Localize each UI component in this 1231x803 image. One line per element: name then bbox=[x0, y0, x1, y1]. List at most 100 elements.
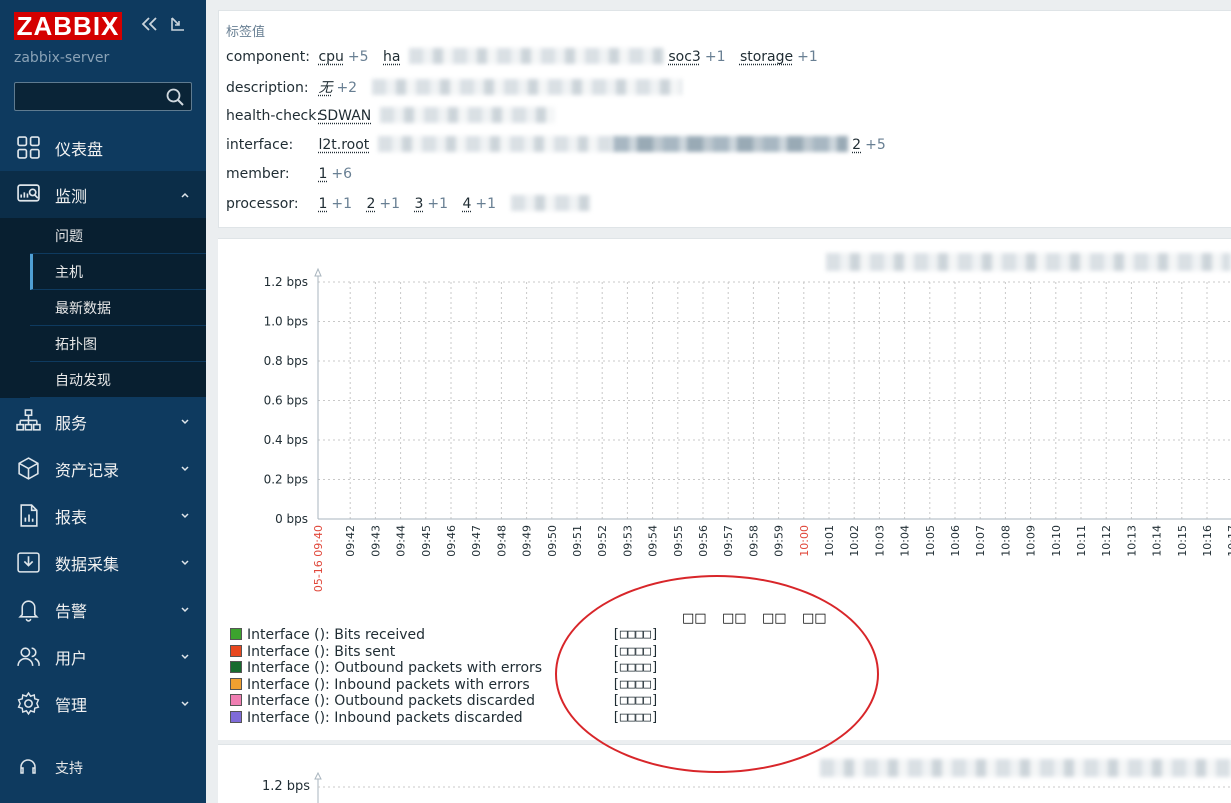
tag-more-count[interactable]: +1 bbox=[705, 49, 726, 65]
tag-value[interactable]: l2t.root bbox=[318, 137, 369, 153]
redacted-text bbox=[379, 107, 555, 123]
x-tick-label: 09:48 bbox=[495, 525, 508, 557]
menu-label: 用户 bbox=[55, 648, 88, 668]
tag-value[interactable]: soc3 bbox=[668, 49, 700, 65]
chevron-down-icon bbox=[181, 419, 189, 425]
tag-value[interactable]: 1 bbox=[318, 196, 327, 212]
tag-more-count[interactable]: +1 bbox=[379, 196, 400, 212]
tag-row-description: description: 无 +2 bbox=[226, 77, 682, 97]
legend-swatch bbox=[230, 628, 242, 640]
search-input[interactable] bbox=[15, 83, 163, 110]
legend-label: Interface (): Inbound packets discarded bbox=[247, 709, 523, 726]
services-icon bbox=[16, 409, 41, 431]
chevron-down-icon bbox=[181, 654, 189, 660]
tag-row-interface: interface: l2t.root 2 +5 bbox=[226, 136, 896, 156]
tag-value[interactable]: 2 bbox=[852, 137, 861, 153]
support-link[interactable]: 支持 bbox=[0, 745, 206, 785]
inventory-icon bbox=[18, 457, 39, 480]
menu-inventory[interactable]: 资产记录 bbox=[0, 445, 206, 492]
tag-more-count[interactable]: +5 bbox=[865, 137, 886, 153]
menu-monitoring[interactable]: 监测 bbox=[0, 171, 206, 218]
tag-key: description: bbox=[226, 80, 309, 96]
menu-reports[interactable]: 报表 bbox=[0, 492, 206, 539]
legend-label: Interface (): Outbound packets discarded bbox=[247, 693, 535, 709]
stat-header: □□ bbox=[762, 611, 787, 626]
y-tick-label: 0.6 bps bbox=[264, 394, 308, 408]
menu-label: 服务 bbox=[55, 413, 88, 433]
legend-swatch bbox=[230, 677, 242, 690]
tag-value[interactable]: 无 bbox=[318, 80, 332, 96]
menu-dashboard[interactable]: 仪表盘 bbox=[0, 124, 206, 171]
main-menu: 仪表盘 监测 问题 主机 最新数据 拓扑图 自动发现 服务 资产记录 报表 数据… bbox=[0, 124, 206, 727]
x-tick-label: 09:44 bbox=[395, 525, 408, 557]
dashboard-icon bbox=[17, 136, 40, 159]
x-tick-label: 10:08 bbox=[999, 525, 1012, 557]
x-tick-label: 09:51 bbox=[571, 525, 584, 557]
stat-header: □□ bbox=[722, 611, 747, 626]
tag-more-count[interactable]: +2 bbox=[336, 80, 357, 96]
tag-more-count[interactable]: +1 bbox=[475, 196, 496, 212]
tag-value[interactable]: 2 bbox=[366, 196, 375, 212]
tag-value[interactable]: 4 bbox=[463, 196, 472, 212]
y-tick-label: 0.4 bps bbox=[264, 433, 308, 447]
tag-value[interactable]: storage bbox=[740, 49, 793, 65]
menu-users[interactable]: 用户 bbox=[0, 633, 206, 680]
x-tick-label: 09:52 bbox=[596, 525, 609, 557]
redacted-text bbox=[612, 136, 848, 152]
menu-alerts[interactable]: 告警 bbox=[0, 586, 206, 633]
legend-item: Interface (): Inbound packets with error… bbox=[230, 677, 659, 694]
menu-label: 告警 bbox=[55, 601, 88, 621]
tag-row-component: component: cpu +5 ha soc3 +1 storage +1 bbox=[226, 48, 828, 68]
search-icon[interactable] bbox=[165, 87, 185, 107]
x-tick-label: 10:01 bbox=[823, 525, 836, 557]
menu-services[interactable]: 服务 bbox=[0, 398, 206, 445]
legend-value: [□□□□] bbox=[612, 643, 659, 659]
users-icon bbox=[17, 647, 40, 667]
submenu-discovery[interactable]: 自动发现 bbox=[30, 362, 206, 398]
x-tick-label: 10:03 bbox=[873, 525, 886, 557]
x-tick-label: 09:57 bbox=[722, 525, 735, 557]
submenu-problems[interactable]: 问题 bbox=[30, 218, 206, 254]
chevron-up-icon bbox=[181, 192, 189, 198]
zabbix-logo[interactable]: ZABBIX bbox=[14, 12, 122, 40]
tag-more-count[interactable]: +6 bbox=[331, 166, 352, 182]
menu-administration[interactable]: 管理 bbox=[0, 680, 206, 727]
legend-value: [□□□□] bbox=[612, 693, 659, 708]
x-tick-label: 10:06 bbox=[949, 525, 962, 557]
x-tick-label: 10:11 bbox=[1075, 525, 1088, 557]
stat-header: □□ bbox=[802, 611, 827, 626]
tag-value[interactable]: ha bbox=[383, 49, 400, 65]
submenu-maps[interactable]: 拓扑图 bbox=[30, 326, 206, 362]
stat-header: □□ bbox=[682, 611, 707, 626]
tag-key: health-check: bbox=[226, 108, 322, 124]
y-axis-arrow bbox=[314, 267, 322, 277]
tag-more-count[interactable]: +1 bbox=[427, 196, 448, 212]
legend-value: [□□□□] bbox=[612, 660, 659, 675]
x-tick-label: 10:14 bbox=[1151, 525, 1164, 557]
tag-more-count[interactable]: +5 bbox=[348, 49, 369, 65]
tag-more-count[interactable]: +1 bbox=[797, 49, 818, 65]
tag-more-count[interactable]: +1 bbox=[331, 196, 352, 212]
menu-data-collection[interactable]: 数据采集 bbox=[0, 539, 206, 586]
menu-label: 监测 bbox=[55, 186, 88, 206]
redacted-text bbox=[371, 79, 682, 95]
collapse-sidebar-icon[interactable] bbox=[140, 14, 160, 34]
kiosk-mode-icon[interactable] bbox=[168, 14, 188, 34]
server-name: zabbix-server bbox=[14, 50, 110, 66]
tag-value[interactable]: SDWAN bbox=[318, 108, 371, 124]
tag-value[interactable]: 1 bbox=[318, 166, 327, 182]
tag-value[interactable]: 3 bbox=[414, 196, 423, 212]
bell-icon bbox=[18, 600, 39, 622]
x-tick-label: 10:16 bbox=[1201, 525, 1214, 557]
legend-swatch bbox=[230, 661, 242, 673]
x-tick-label: 10:12 bbox=[1100, 525, 1113, 557]
tag-value[interactable]: cpu bbox=[318, 49, 343, 65]
tag-values-title: 标签值 bbox=[226, 25, 266, 40]
tag-row-member: member: 1 +6 bbox=[226, 166, 362, 186]
y-tick-label: 1.2 bps bbox=[264, 275, 308, 289]
x-tick-label: 09:56 bbox=[697, 525, 710, 557]
y-tick-label: 0.8 bps bbox=[264, 354, 308, 368]
x-tick-label: 09:45 bbox=[420, 525, 433, 557]
submenu-latest-data[interactable]: 最新数据 bbox=[30, 290, 206, 326]
submenu-hosts[interactable]: 主机 bbox=[30, 254, 206, 290]
